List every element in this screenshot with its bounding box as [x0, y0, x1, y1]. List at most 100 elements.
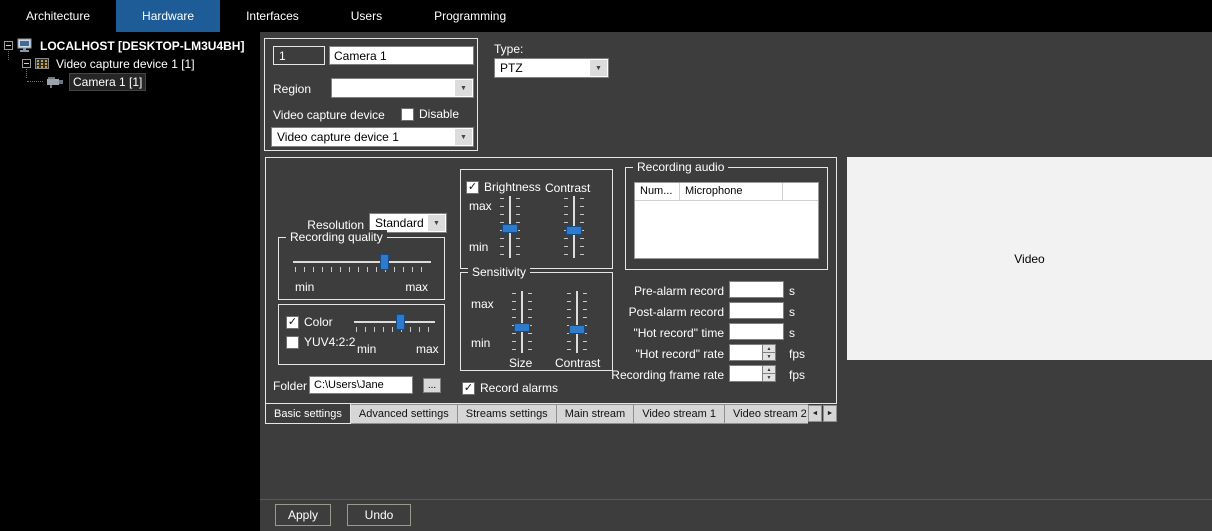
- chevron-down-icon[interactable]: ▼: [428, 215, 445, 231]
- stepper-buttons: ▲ ▼: [762, 366, 775, 381]
- record-alarms-checkbox[interactable]: ✓: [462, 382, 475, 395]
- size-label: Size: [509, 356, 532, 370]
- recording-frame-rate-label: Recording frame rate: [594, 368, 724, 382]
- camera-identity-panel: 1 Camera 1 Region ▼ Video capture device…: [264, 38, 478, 151]
- footer-divider: [260, 499, 1212, 500]
- color-label: Color: [304, 315, 333, 329]
- max-label: max: [471, 297, 494, 311]
- max-label: max: [416, 342, 439, 356]
- recording-audio-title: Recording audio: [633, 160, 728, 174]
- sensitivity-group: Sensitivity max min Size Contrast: [460, 272, 613, 371]
- recording-frame-rate-unit: fps: [789, 368, 805, 382]
- recording-audio-table-header: Num... Microphone: [635, 183, 818, 201]
- recording-audio-table[interactable]: Num... Microphone: [634, 182, 819, 259]
- hot-record-rate-label: "Hot record" rate: [594, 347, 724, 361]
- hot-record-rate-stepper[interactable]: ▲ ▼: [729, 344, 776, 361]
- menu-tab-hardware[interactable]: Hardware: [116, 0, 220, 32]
- tab-advanced-settings[interactable]: Advanced settings: [350, 404, 458, 424]
- brightness-contrast-group: ✓ Brightness Contrast max min: [460, 169, 613, 269]
- chevron-down-icon[interactable]: ▼: [455, 80, 472, 96]
- menubar: Architecture Hardware Interfaces Users P…: [0, 0, 1212, 32]
- brightness-checkbox-row: ✓ Brightness: [466, 180, 541, 194]
- max-label: max: [469, 199, 492, 213]
- tab-video-stream-2[interactable]: Video stream 2: [724, 404, 808, 424]
- slider-thumb[interactable]: [514, 323, 530, 332]
- tree-item-localhost[interactable]: LOCALHOST [DESKTOP-LM3U4BH]: [4, 37, 247, 54]
- tab-basic-settings[interactable]: Basic settings: [265, 404, 351, 424]
- video-preview-label: Video: [1014, 252, 1044, 266]
- slider-thumb[interactable]: [396, 314, 405, 330]
- camera-name-input[interactable]: Camera 1: [329, 46, 474, 65]
- menu-tab-architecture[interactable]: Architecture: [0, 0, 116, 32]
- recording-quality-title: Recording quality: [286, 230, 387, 244]
- chevron-down-icon[interactable]: ▼: [590, 60, 607, 76]
- region-select[interactable]: ▼: [331, 78, 474, 98]
- disable-checkbox[interactable]: [401, 108, 414, 121]
- slider-ticks: [512, 293, 516, 351]
- spinner-down-button[interactable]: ▼: [763, 353, 775, 360]
- post-alarm-record-unit: s: [789, 305, 795, 319]
- slider-thumb[interactable]: [569, 325, 585, 334]
- sensitivity-size-slider[interactable]: [511, 291, 533, 353]
- capture-device-value: Video capture device 1: [277, 130, 399, 144]
- chevron-down-icon[interactable]: ▼: [455, 129, 472, 145]
- brightness-label: Brightness: [484, 180, 541, 194]
- tree-collapse-toggle[interactable]: [4, 41, 13, 50]
- tab-scroll-left-button[interactable]: ◄: [808, 405, 822, 422]
- hot-record-rate-unit: fps: [789, 347, 805, 361]
- recording-quality-group: Recording quality min max: [278, 237, 445, 300]
- tree-item-camera-1[interactable]: Camera 1 [1]: [46, 73, 145, 90]
- color-checkbox[interactable]: ✓: [286, 316, 299, 329]
- hardware-tree: LOCALHOST [DESKTOP-LM3U4BH] Video captur…: [0, 32, 260, 531]
- color-slider[interactable]: [354, 313, 435, 333]
- capture-device-icon: [35, 57, 49, 70]
- recording-quality-slider[interactable]: [293, 253, 431, 273]
- apply-button[interactable]: Apply: [275, 504, 331, 526]
- tab-video-stream-1[interactable]: Video stream 1: [633, 404, 725, 424]
- region-label: Region: [273, 82, 311, 96]
- tab-streams-settings[interactable]: Streams settings: [457, 404, 557, 424]
- menu-tab-programming[interactable]: Programming: [408, 0, 532, 32]
- folder-input[interactable]: C:\Users\Jane: [309, 376, 413, 394]
- sensitivity-contrast-slider[interactable]: [566, 291, 588, 353]
- contrast-label: Contrast: [545, 181, 590, 195]
- menu-tab-interfaces[interactable]: Interfaces: [220, 0, 325, 32]
- min-label: min: [357, 342, 376, 356]
- brightness-checkbox[interactable]: ✓: [466, 181, 479, 194]
- capture-device-select[interactable]: Video capture device 1 ▼: [271, 127, 474, 147]
- tab-scroll-right-button[interactable]: ►: [823, 405, 837, 422]
- slider-thumb[interactable]: [566, 226, 582, 235]
- computer-icon: [17, 38, 33, 53]
- spinner-up-button[interactable]: ▲: [763, 345, 775, 353]
- slider-thumb[interactable]: [380, 254, 389, 270]
- slider-thumb[interactable]: [502, 224, 518, 233]
- menu-tab-users[interactable]: Users: [325, 0, 408, 32]
- brightness-slider[interactable]: [499, 196, 521, 258]
- contrast-slider[interactable]: [563, 196, 585, 258]
- sensitivity-title: Sensitivity: [468, 265, 530, 279]
- spinner-up-button[interactable]: ▲: [763, 366, 775, 374]
- slider-ticks: [295, 267, 429, 272]
- type-value: PTZ: [500, 61, 523, 75]
- spinner-down-button[interactable]: ▼: [763, 374, 775, 381]
- slider-ticks: [528, 293, 532, 351]
- camera-id-field[interactable]: 1: [273, 46, 325, 65]
- hot-record-time-input[interactable]: [729, 323, 784, 340]
- tab-main-stream[interactable]: Main stream: [556, 404, 635, 424]
- slider-track: [521, 291, 523, 353]
- tree-collapse-toggle[interactable]: [22, 59, 31, 68]
- tree-item-capture-device[interactable]: Video capture device 1 [1]: [22, 55, 198, 72]
- type-select[interactable]: PTZ ▼: [494, 58, 609, 78]
- recording-frame-rate-stepper[interactable]: ▲ ▼: [729, 365, 776, 382]
- yuv-checkbox[interactable]: [286, 336, 299, 349]
- min-label: min: [471, 336, 490, 350]
- slider-track: [293, 261, 431, 263]
- undo-button[interactable]: Undo: [347, 504, 411, 526]
- disable-checkbox-row: Disable: [401, 107, 459, 121]
- pre-alarm-record-input[interactable]: [729, 281, 784, 298]
- camera-icon: [46, 76, 66, 88]
- color-settings-group: ✓ Color YUV4:2:2 min max: [278, 304, 445, 365]
- browse-button[interactable]: ...: [423, 378, 441, 393]
- post-alarm-record-input[interactable]: [729, 302, 784, 319]
- type-label: Type:: [494, 42, 523, 56]
